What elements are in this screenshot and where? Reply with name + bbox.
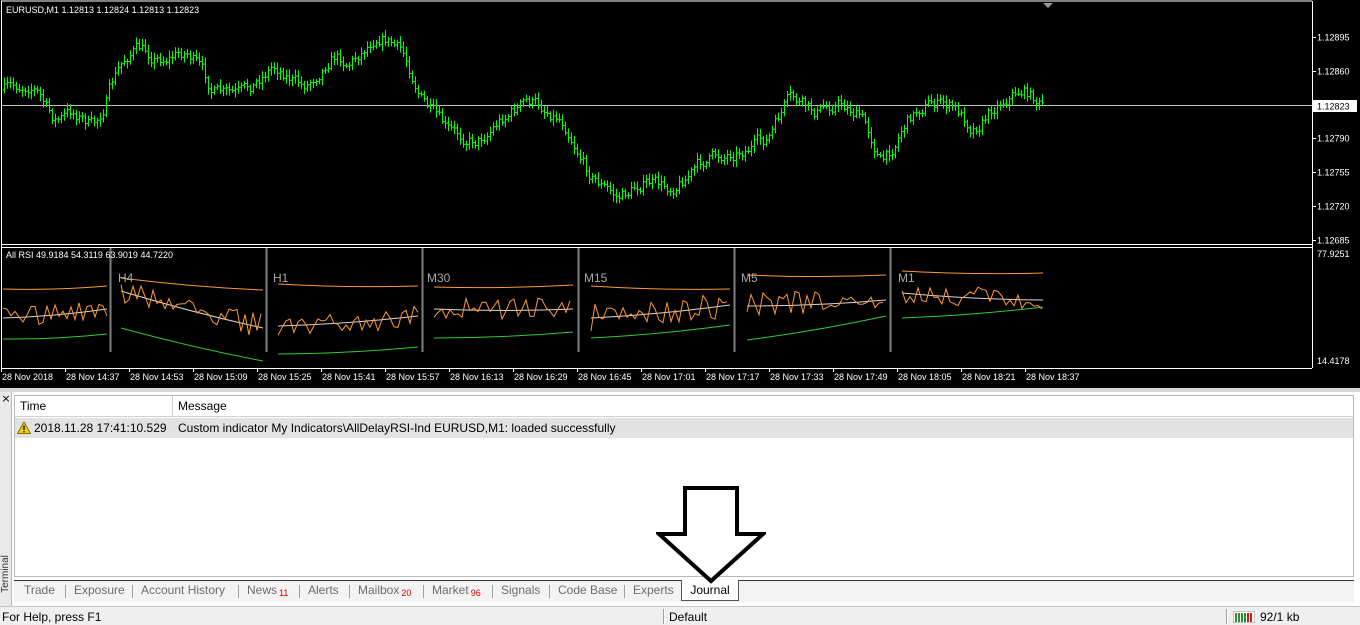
indicator-title: All RSI 49.9184 54.3119 63.9019 44.7220 (6, 250, 173, 260)
indicator-scale-bottom: 14.4178 (1317, 356, 1350, 366)
news-badge: 11 (279, 588, 289, 598)
tab-exposure[interactable]: Exposure (74, 581, 125, 601)
traffic-text: 92/1 kb (1260, 610, 1300, 624)
tab-alerts[interactable]: Alerts (308, 581, 339, 601)
tab-code-base[interactable]: Code Base (558, 581, 617, 601)
rsi-line (277, 305, 419, 336)
timeframe-label-m1: M1 (898, 271, 915, 285)
price-label: 1.12790 (1317, 134, 1350, 144)
ohlc-bars (3, 29, 1044, 204)
tab-news[interactable]: News 11 (247, 581, 288, 601)
time-label: 28 Nov 18:21 (962, 372, 1016, 382)
metatrader-window: 1.12895 1.12860 1.12823 1.12790 1.12755 1.127… (0, 0, 1360, 625)
time-label: 28 Nov 18:05 (898, 372, 952, 382)
rsi-lower-band (433, 331, 574, 339)
time-label: 28 Nov 15:09 (194, 372, 248, 382)
help-text: For Help, press F1 (2, 610, 102, 624)
status-bar: For Help, press F1 Default 92/1 kb (0, 606, 1360, 625)
connection-bars-icon[interactable] (1233, 611, 1255, 623)
rsi-upper-band (433, 284, 574, 289)
tab-trade[interactable]: Trade (24, 581, 55, 601)
time-label: 28 Nov 15:41 (322, 372, 376, 382)
price-bars (3, 29, 1044, 204)
journal-row[interactable]: 2018.11.28 17:41:10.529 Custom indicator… (15, 418, 1353, 438)
tab-market[interactable]: Market 96 (432, 581, 481, 601)
price-label: 1.12720 (1317, 202, 1350, 212)
rsi-upper-band (901, 270, 1044, 275)
timeframe-label-m30: M30 (427, 271, 451, 285)
profile-name[interactable]: Default (669, 610, 707, 624)
rsi-lower-band (590, 324, 731, 339)
down-arrow-icon (656, 486, 766, 584)
timeframe-label-h4: H4 (118, 271, 134, 285)
rsi-lower-band (2, 333, 108, 340)
time-label: 28 Nov 2018 (2, 372, 53, 382)
time-label: 28 Nov 17:01 (642, 372, 696, 382)
price-label: 1.12860 (1317, 67, 1350, 77)
indicator-scale-top: 77.9251 (1317, 249, 1350, 259)
rsi-line (2, 302, 108, 326)
time-label: 28 Nov 18:37 (1026, 372, 1080, 382)
terminal-close-button[interactable]: × (1, 393, 11, 404)
time-label: 28 Nov 15:25 (258, 372, 312, 382)
rsi-indicator-pane: H4 H1 M30 M15 M5 M1 (2, 248, 1044, 362)
time-label: 28 Nov 16:29 (514, 372, 568, 382)
chart-canvas[interactable]: 1.12895 1.12860 1.12823 1.12790 1.12755 1.127… (0, 0, 1360, 388)
rsi-upper-band (746, 274, 887, 277)
current-price-label: 1.12823 (1317, 102, 1350, 112)
time-axis: 28 Nov 2018 28 Nov 14:37 28 Nov 14:53 28 No… (1, 368, 1080, 382)
time-label: 28 Nov 17:49 (834, 372, 888, 382)
time-label: 28 Nov 17:33 (770, 372, 824, 382)
rsi-upper-band (2, 285, 108, 290)
tab-signals[interactable]: Signals (501, 581, 540, 601)
time-label: 28 Nov 15:57 (386, 372, 440, 382)
timeframe-label-m15: M15 (584, 271, 608, 285)
rsi-middle-line (433, 308, 574, 311)
journal-row-time: 2018.11.28 17:41:10.529 (34, 421, 167, 435)
journal-row-message: Custom indicator My Indicators\AllDelayR… (178, 421, 616, 435)
timeframe-label-m5: M5 (741, 271, 758, 285)
rsi-line (120, 284, 262, 335)
terminal-vertical-label: Terminal (0, 555, 11, 593)
market-badge: 96 (470, 588, 481, 598)
rsi-line (433, 296, 571, 321)
rsi-upper-band (590, 285, 731, 290)
warning-icon (17, 421, 31, 434)
time-label: 28 Nov 14:53 (130, 372, 184, 382)
rsi-middle-line (901, 292, 1044, 301)
rsi-middle-line (120, 290, 264, 329)
rsi-line (746, 290, 884, 317)
rsi-upper-band (277, 283, 419, 288)
journal-header: Time Message (15, 396, 1353, 417)
tab-experts[interactable]: Experts (633, 581, 674, 601)
time-label: 28 Nov 16:45 (578, 372, 632, 382)
price-axis: 1.12895 1.12860 1.12823 1.12790 1.12755 1.127… (1312, 33, 1357, 246)
chart-shift-marker[interactable] (1043, 3, 1053, 8)
time-label: 28 Nov 17:17 (706, 372, 760, 382)
rsi-lower-band (277, 346, 419, 355)
price-label: 1.12755 (1317, 168, 1350, 178)
chart-window[interactable]: 1.12895 1.12860 1.12823 1.12790 1.12755 1.127… (0, 0, 1360, 388)
price-label: 1.12685 (1317, 236, 1350, 246)
time-label: 28 Nov 16:13 (450, 372, 504, 382)
terminal-sidebar: × Terminal (0, 392, 12, 606)
rsi-lower-band (746, 315, 887, 341)
timeframe-label-h1: H1 (273, 271, 289, 285)
column-header-time[interactable]: Time (15, 396, 173, 417)
tab-account-history[interactable]: Account History (141, 581, 225, 601)
mailbox-badge: 20 (401, 588, 412, 598)
chart-title: EURUSD,M1 1.12813 1.12824 1.12813 1.1282… (6, 5, 199, 15)
column-header-message[interactable]: Message (173, 396, 1353, 417)
rsi-lower-band (120, 327, 264, 362)
price-label: 1.12895 (1317, 33, 1350, 43)
time-label: 28 Nov 14:37 (66, 372, 120, 382)
tab-mailbox[interactable]: Mailbox 20 (358, 581, 411, 601)
